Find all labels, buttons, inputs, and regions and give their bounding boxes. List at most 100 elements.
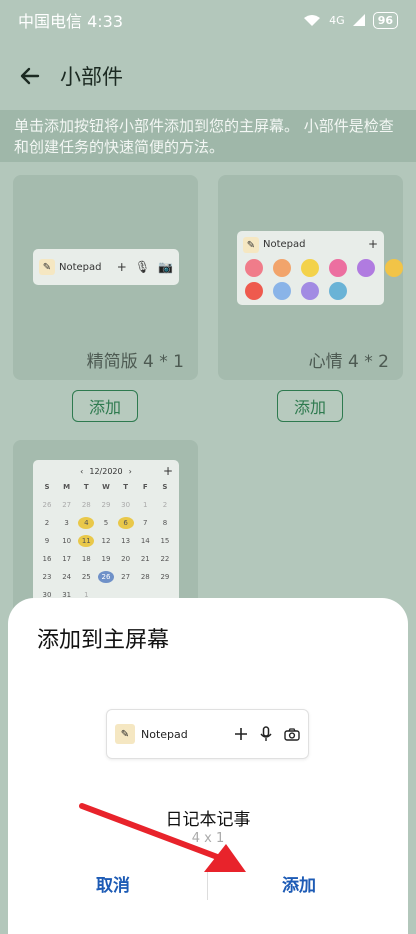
plus-icon: + [367,237,378,251]
cancel-button[interactable]: 取消 [96,871,130,896]
mic-icon: 🎙 [134,260,151,274]
lite-widget-app-name: Notepad [59,261,102,273]
mood-tired-icon [385,259,403,277]
calendar-day: 21 [140,555,150,563]
mood-angry-icon [245,282,263,300]
wifi-icon [304,14,321,26]
calendar-day: 15 [160,537,170,545]
lite-widget-preview: ✎ Notepad + 🎙 📷 [33,249,179,285]
calendar-day: 14 [140,537,150,545]
calendar-day: 2 [162,501,168,509]
next-month-icon: › [128,466,132,476]
mood-sick-icon [329,282,347,300]
weekday: S [162,483,168,491]
calendar-day: 4 [78,517,95,529]
calendar-day: 7 [143,519,148,527]
calendar-day: 19 [101,555,111,563]
mood-excited-icon [329,259,347,277]
carrier-time: 中国电信 4:33 [18,12,124,31]
signal-icon [352,14,365,26]
calendar-day: 17 [62,555,72,563]
page-title: 小部件 [60,65,123,89]
mood-calm-icon [273,259,291,277]
calendar-day: 2 [44,519,50,527]
add-button[interactable]: 添加 [282,871,316,896]
signal-label: 4G [329,13,345,27]
calendar-week: 23 24 25 26 27 28 29 [39,568,173,586]
mood-grid [245,259,407,300]
add-mood-button[interactable]: 添加 [277,390,343,422]
mood-worried-icon [301,282,319,300]
calendar-day: 6 [117,517,134,529]
widget-label-lite: 精简版 4 * 1 [86,352,184,372]
prev-month-icon: ‹ [80,466,84,476]
sheet-title: 添加到主屏幕 [37,628,170,653]
camera-icon [284,727,300,741]
calendar-day: 24 [62,573,72,581]
weekday: S [44,483,50,491]
calendar-week: 26 27 28 29 30 1 2 [39,496,173,514]
calendar-day: 30 [121,501,131,509]
mood-silly-icon [357,259,375,277]
calendar-day: 25 [81,573,91,581]
widget-name: 日记本记事 [165,810,251,830]
calendar-day: 13 [121,537,131,545]
notepad-icon: ✎ [115,724,135,744]
mic-icon [260,726,272,741]
widget-card-lite[interactable]: ✎ Notepad + 🎙 📷 精简版 4 * 1 [13,175,198,380]
calendar-day: 1 [143,501,148,509]
mood-love-icon [245,259,263,277]
calendar-week: 2 3 4 5 6 7 8 [39,514,173,532]
calendar-day: 10 [62,537,72,545]
button-divider [207,870,208,900]
calendar-day: 5 [103,519,109,527]
calendar-day: 22 [160,555,170,563]
calendar-day: 20 [121,555,131,563]
info-banner: 单击添加按钮将小部件添加到您的主屏幕。 小部件是检查和创建任务的快速简便的方法。 [0,110,416,162]
calendar-day: 16 [42,555,52,563]
plus-icon [235,728,247,740]
weekday: T [123,483,129,491]
calendar-day: 28 [81,501,91,509]
calendar-day-today: 26 [97,571,114,583]
plus-icon: + [162,464,173,478]
notepad-icon: ✎ [39,259,55,275]
calendar-weekdays: S M T W T F S [39,478,173,496]
calendar-day: 29 [160,573,170,581]
mood-widget-app-name: Notepad [263,239,306,250]
calendar-month: 12/2020 [89,466,123,476]
add-lite-button[interactable]: 添加 [72,390,138,422]
back-arrow-icon[interactable] [14,60,46,92]
calendar-day: 23 [42,573,52,581]
status-bar: 中国电信 4:33 4G 96 [0,0,416,40]
weekday: F [142,483,148,491]
widget-card-mood[interactable]: ✎ Notepad + 心情 4 * 2 [218,175,403,380]
calendar-day: 9 [44,537,50,545]
calendar-day: 3 [64,519,69,527]
calendar-day: 18 [81,555,91,563]
calendar-week: 9 10 11 12 13 14 15 [39,532,173,550]
calendar-day: 12 [101,537,111,545]
widget-label-mood: 心情 4 * 2 [308,352,389,372]
calendar-day: 8 [162,519,168,527]
preview-app-name: Notepad [141,727,188,741]
calendar-day: 27 [62,501,72,509]
calendar-week: 16 17 18 19 20 21 22 [39,550,173,568]
battery-indicator: 96 [372,11,398,29]
camera-icon: 📷 [158,260,173,274]
weekday: W [102,483,110,491]
weekday: M [63,483,71,491]
mood-widget-preview: ✎ Notepad + [237,231,403,305]
plus-icon: + [116,260,127,274]
calendar-day: 27 [121,573,131,581]
calendar-day: 26 [42,501,52,509]
mood-happy-icon [301,259,319,277]
calendar-day: 28 [140,573,150,581]
calendar-day: 11 [78,535,95,547]
app-bar: 小部件 [0,48,416,104]
add-to-home-sheet: 添加到主屏幕 ✎ Notepad 日记本记事 4 x 1 取消 添加 [8,598,408,934]
calendar-day: 29 [101,501,111,509]
mood-sad-icon [273,282,291,300]
notepad-icon: ✎ [243,237,259,253]
widget-preview: ✎ Notepad [106,709,309,759]
